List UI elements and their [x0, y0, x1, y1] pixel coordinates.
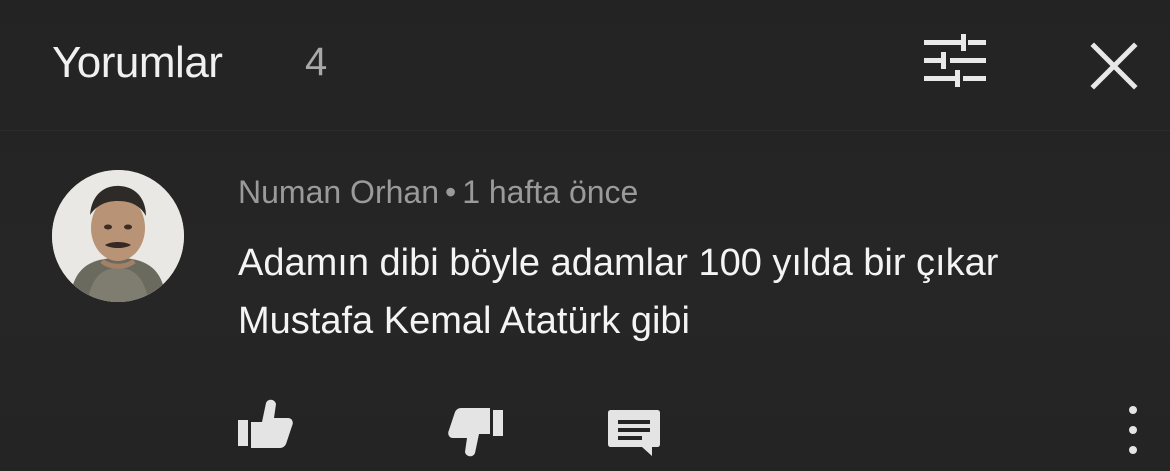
comment-time: 1 hafta önce	[462, 174, 639, 210]
comment-meta: Numan Orhan • 1 hafta önce	[238, 174, 638, 211]
more-options-button[interactable]	[1118, 402, 1148, 458]
comment-text: Adamın dibi böyle adamlar 100 yılda bir …	[238, 242, 999, 342]
like-button[interactable]	[238, 398, 294, 450]
close-button[interactable]	[1086, 38, 1142, 94]
close-icon	[1090, 42, 1138, 90]
reply-comment-icon	[608, 410, 660, 456]
comments-panel: Yorumlar 4 Numan Orhan • 1 hafta önce Ad…	[0, 0, 1170, 471]
comment-item: Numan Orhan • 1 hafta önce Adamın dibi böy…	[0, 150, 1170, 471]
meta-separator: •	[444, 174, 457, 210]
header-divider	[0, 130, 1170, 131]
comments-header: Yorumlar 4	[0, 0, 1170, 130]
sort-filter-button[interactable]	[920, 34, 990, 90]
more-vertical-icon	[1129, 406, 1137, 454]
author-name[interactable]: Numan Orhan	[238, 174, 439, 210]
comments-title: Yorumlar	[52, 38, 223, 87]
sort-filter-icon	[924, 34, 986, 87]
avatar-image	[52, 170, 184, 302]
thumbs-up-icon	[238, 399, 293, 448]
reply-button[interactable]	[606, 406, 662, 458]
avatar[interactable]	[52, 170, 184, 302]
dislike-button[interactable]	[447, 406, 503, 458]
comments-count: 4	[305, 40, 328, 84]
thumbs-down-icon	[448, 408, 503, 457]
